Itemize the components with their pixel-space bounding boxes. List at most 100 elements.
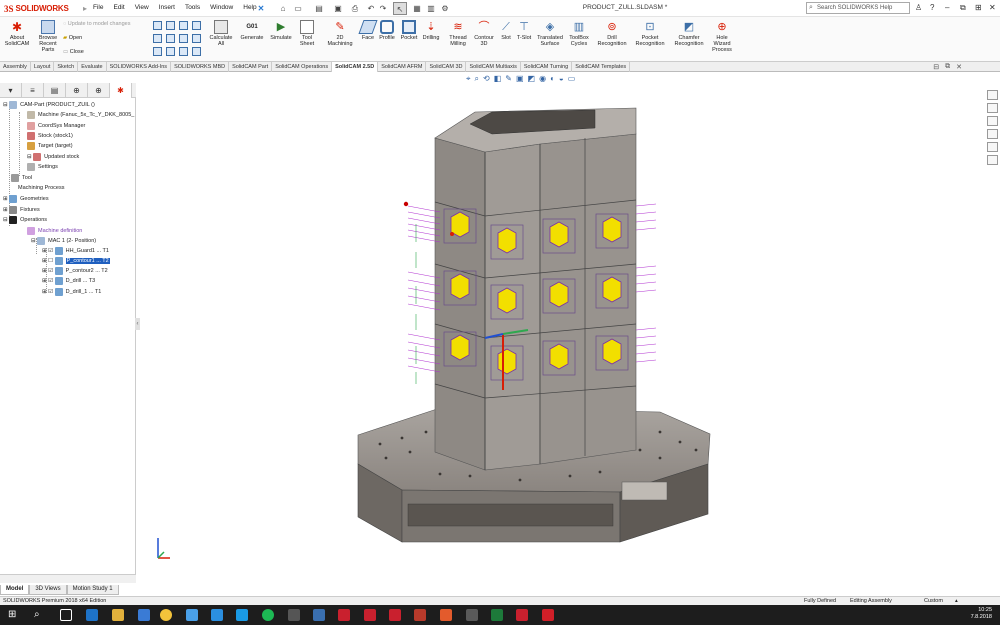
thread-milling-button[interactable]: ≋ Thread Milling [446,20,470,47]
app-icon[interactable] [440,609,452,621]
drill-recognition-button[interactable]: ⊚ Drill Recognition [595,20,629,47]
solidworks-taskbar-icon[interactable] [389,609,401,621]
panel-splitter[interactable]: ‹ [135,318,140,330]
select-icon[interactable]: ↖ [393,2,407,15]
search-icon[interactable]: ⌕ [34,609,46,621]
previous-view-icon[interactable]: ⟲ [483,74,490,84]
chamfer-recognition-button[interactable]: ◩ Chamfer Recognition [671,20,707,47]
op-grid-icon-4[interactable] [192,21,201,30]
tree-root[interactable]: ⊟ CAM-Part (PRODUCT_ZUIL () [3,100,95,110]
section-view-icon[interactable]: ◧ [494,74,502,84]
menu-insert[interactable]: Insert [158,3,176,12]
pane-split-icon[interactable]: ⊟ [933,63,939,71]
tree-op-row[interactable]: ⊞ ☑ D_drill ... T3 [42,276,95,286]
tree-op-row[interactable]: ⊞ ☑ D_drill_1 ... T1 [42,287,101,297]
tree-item-settings[interactable]: Settings [27,162,58,172]
solidworks-taskbar-icon[interactable] [516,609,528,621]
print-icon[interactable]: ⎙ [348,2,362,15]
contour-3d-button[interactable]: ⌒ Contour 3D [472,20,496,47]
tab-model[interactable]: Model [0,585,30,595]
menu-view[interactable]: View [134,3,150,12]
tree-item-coordsys[interactable]: CoordSys Manager [27,121,85,131]
tree-expand-icon[interactable]: ⊞ [3,196,8,202]
close-cam-button[interactable]: ▭ Close [63,49,84,55]
tree-item-machine[interactable]: Machine (Fanuc_5x_Tc_Y_DKK_8005_ [27,110,134,120]
tree-item-tool[interactable]: Tool [11,173,32,183]
slot-button[interactable]: ⟋ Slot [498,20,514,41]
home-icon[interactable]: ⌂ [276,2,290,15]
display-style-icon[interactable]: ◩ [528,74,536,84]
new-file-icon[interactable]: ▭ [291,2,305,15]
options-gear-icon[interactable]: ⚙ [438,2,452,15]
hide-show-icon[interactable]: ◉ [539,74,546,84]
op-grid-icon-2[interactable] [166,21,175,30]
model-view[interactable] [140,72,985,595]
op-grid-icon-10[interactable] [166,47,175,56]
translated-surface-button[interactable]: ◈ Translated Surface [535,20,565,47]
op-checkbox-checked[interactable]: ☑ [48,289,53,295]
simulate-button[interactable]: ▶ Simulate [268,20,294,41]
toolbox-cycles-button[interactable]: ▥ ToolBox Cycles [567,20,591,47]
op-grid-icon-12[interactable] [192,47,201,56]
menu-tools[interactable]: Tools [184,3,201,12]
2d-machining-button[interactable]: ✎ 2D Machining [325,20,355,47]
tree-expand-icon[interactable]: ⊟ [3,102,8,108]
property-manager-icon[interactable]: ▤ [44,83,66,98]
op-grid-icon-11[interactable] [179,47,188,56]
help-button[interactable]: ? [930,3,934,12]
op-checkbox-checked[interactable]: ☑ [48,248,53,254]
tree-item-fixtures[interactable]: ⊞ Fixtures [3,205,40,215]
op-grid-icon-5[interactable] [153,34,162,43]
tab-solidcam-25d[interactable]: SolidCAM 2.5D [332,62,379,72]
calculate-all-button[interactable]: Calculate All [208,20,234,47]
tool-sheet-button[interactable]: Tool Sheet [296,20,318,47]
tab-solidcam-operations[interactable]: SolidCAM Operations [272,62,333,72]
save-icon[interactable]: ▣ [331,2,345,15]
menu-edit[interactable]: Edit [112,3,125,12]
units-selector[interactable]: Custom [924,597,943,605]
store-icon[interactable] [138,609,150,621]
taskbar-clock[interactable]: 10:25 7.8.2018 [971,607,992,621]
tile-icon[interactable]: ⊞ [975,3,982,12]
tree-expand-icon[interactable]: ⊞ [42,258,47,264]
apply-scene-icon[interactable]: ◒ [559,74,564,84]
configuration-manager-icon[interactable]: ⊕ [66,83,88,98]
about-solidcam-button[interactable]: ✱ About SolidCAM [3,20,31,47]
tab-sketch[interactable]: Sketch [54,62,79,72]
tree-expand-icon[interactable]: ⊞ [42,248,47,254]
tree-expand-icon[interactable]: ⊟ [31,238,36,244]
help-search-input[interactable]: ⌕ Search SOLIDWORKS Help [806,2,910,14]
edit-appearance-icon[interactable]: ◐ [550,74,555,84]
tab-3d-views[interactable]: 3D Views [29,585,67,595]
minimize-icon[interactable]: – [945,3,949,12]
tree-horizontal-scrollbar[interactable] [0,574,136,583]
open-file-icon[interactable]: ▤ [312,2,326,15]
tslot-button[interactable]: ⊤ T-Slot [515,20,533,41]
tree-expand-icon[interactable]: ⊟ [27,154,32,160]
app-icon[interactable] [186,609,198,621]
solidworks-taskbar-icon[interactable] [338,609,350,621]
tree-item-stock[interactable]: Stock (stock1) [27,131,73,141]
zoom-to-fit-icon[interactable]: ⌖ [466,74,471,84]
task-view-icon[interactable] [60,609,72,621]
pocket-recognition-button[interactable]: ⊡ Pocket Recognition [633,20,667,47]
pin-icon[interactable]: ✕ [254,2,268,15]
tab-solidcam-3d[interactable]: SolidCAM 3D [426,62,467,72]
face-button[interactable]: Face [358,20,378,41]
expand-arrow-icon[interactable]: ▸ [78,2,92,15]
tree-expand-icon[interactable]: ⊞ [42,268,47,274]
tree-item-machine-definition[interactable]: Machine definition [27,226,82,236]
tree-expand-icon[interactable]: ⊞ [42,278,47,284]
chrome-icon[interactable] [160,609,172,621]
op-checkbox-checked[interactable]: ☑ [48,268,53,274]
app-icon[interactable] [288,609,300,621]
tree-expand-icon[interactable]: ⊞ [42,289,47,295]
op-grid-icon-1[interactable] [153,21,162,30]
pocket-button[interactable]: Pocket [399,20,419,41]
tree-item-updated-stock[interactable]: ⊟ Updated stock [27,152,79,162]
op-checkbox-checked[interactable]: ☑ [48,278,53,284]
tree-item-target[interactable]: Target (target) [27,141,73,151]
tab-layout[interactable]: Layout [31,62,55,72]
solidworks-resources-icon[interactable] [987,90,998,100]
restore-icon[interactable]: ⧉ [960,3,966,13]
